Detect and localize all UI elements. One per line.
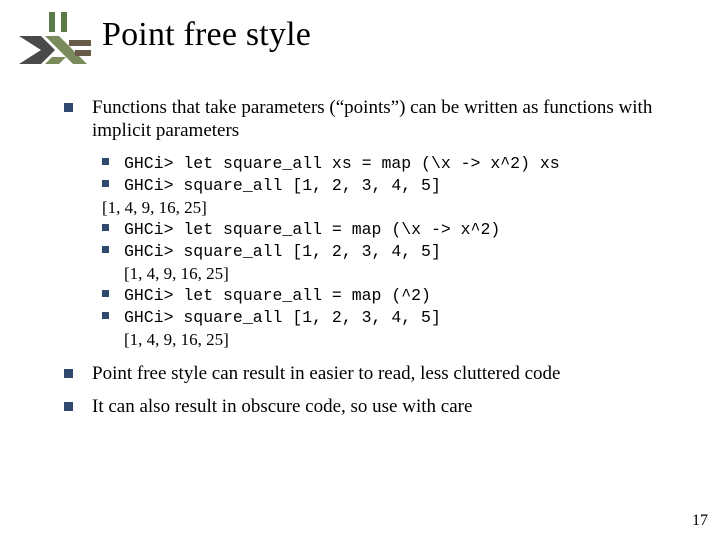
bullet-benefit: Point free style can result in easier to… <box>64 362 680 385</box>
code-line: GHCi> square_all [1, 2, 3, 4, 5] <box>102 306 680 328</box>
slide-body: Functions that take parameters (“points”… <box>64 96 680 429</box>
bullet-caution: It can also result in obscure code, so u… <box>64 395 680 418</box>
code-output: [1, 4, 9, 16, 25] <box>102 263 680 285</box>
slide-title: Point free style <box>102 16 311 54</box>
code-output: [1, 4, 9, 16, 25] <box>102 329 680 351</box>
code-block: GHCi> let square_all xs = map (\x -> x^2… <box>64 152 680 350</box>
code-line: GHCi> let square_all xs = map (\x -> x^2… <box>102 152 680 174</box>
haskell-logo-icon <box>15 12 93 68</box>
code-output: [1, 4, 9, 16, 25] <box>102 197 680 219</box>
slide: Point free style Functions that take par… <box>0 0 720 540</box>
bullet-intro: Functions that take parameters (“points”… <box>64 96 680 142</box>
code-line: GHCi> let square_all = map (^2) <box>102 284 680 306</box>
code-line: GHCi> let square_all = map (\x -> x^2) <box>102 218 680 240</box>
code-line: GHCi> square_all [1, 2, 3, 4, 5] <box>102 240 680 262</box>
page-number: 17 <box>692 512 708 530</box>
code-line: GHCi> square_all [1, 2, 3, 4, 5] <box>102 174 680 196</box>
